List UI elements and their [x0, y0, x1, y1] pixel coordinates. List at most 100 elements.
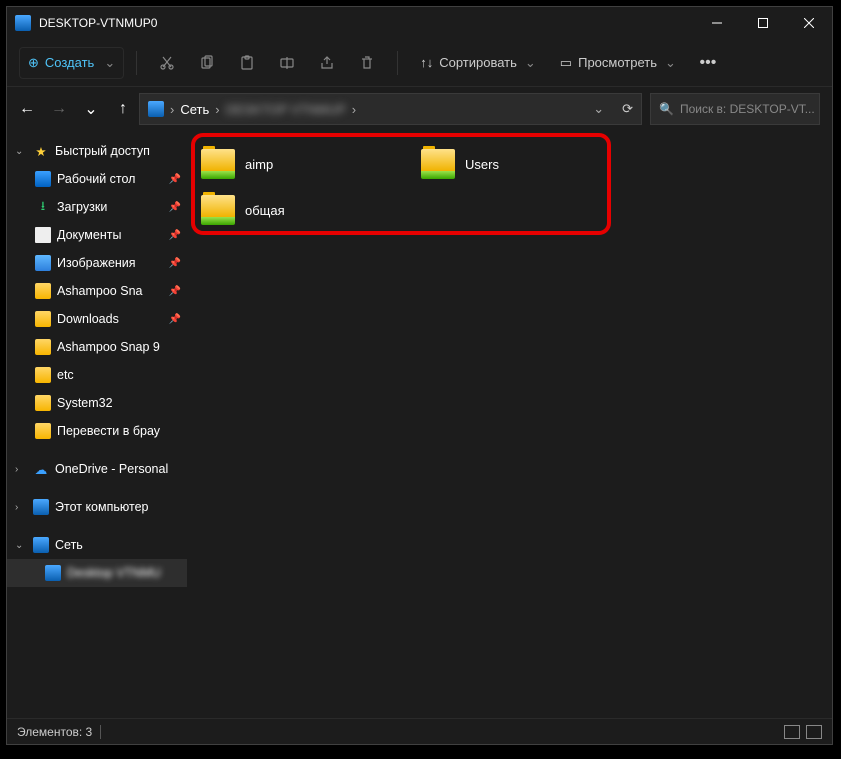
history-dropdown-button[interactable]: ⌄ — [593, 101, 604, 117]
maximize-button[interactable] — [740, 7, 786, 39]
expand-icon[interactable]: › — [15, 502, 27, 513]
view-icon: ▭ — [560, 55, 572, 71]
sidebar-onedrive[interactable]: › ☁ OneDrive - Personal — [7, 455, 187, 483]
sidebar-quick-access[interactable]: ⌄ ★ Быстрый доступ — [7, 137, 187, 165]
pc-icon — [33, 499, 49, 515]
view-label: Просмотреть — [578, 55, 657, 70]
sidebar-item-folder[interactable]: System32 — [7, 389, 187, 417]
collapse-icon[interactable]: ⌄ — [15, 146, 27, 157]
up-button[interactable]: ↑ — [115, 100, 131, 118]
sidebar-label: Downloads — [57, 312, 119, 326]
sidebar-item-downloads[interactable]: ⭳ Загрузки 📌 — [7, 193, 187, 221]
sidebar-network-host[interactable]: Desktop VTNMU — [7, 559, 187, 587]
separator — [397, 51, 398, 75]
icons-view-button[interactable] — [806, 725, 822, 739]
sidebar-item-desktop[interactable]: Рабочий стол 📌 — [7, 165, 187, 193]
sidebar-label: Desktop VTNMU — [67, 566, 161, 580]
chevron-down-icon: ⌄ — [525, 55, 536, 71]
folder-icon — [35, 423, 51, 439]
minimize-button[interactable] — [694, 7, 740, 39]
paste-button[interactable] — [229, 47, 265, 79]
folder-icon — [35, 311, 51, 327]
titlebar[interactable]: DESKTOP-VTNMUP0 — [7, 7, 832, 39]
sidebar-item-folder[interactable]: etc — [7, 361, 187, 389]
folder-icon — [35, 367, 51, 383]
more-button[interactable]: ••• — [690, 47, 726, 79]
sidebar-network[interactable]: ⌄ Сеть — [7, 531, 187, 559]
sidebar-label: Быстрый доступ — [55, 144, 150, 158]
search-icon: 🔍 — [659, 102, 674, 116]
download-icon: ⭳ — [35, 199, 51, 215]
status-bar: Элементов: 3 — [7, 718, 832, 744]
view-switcher — [784, 725, 822, 739]
chevron-down-icon: ⌄ — [665, 55, 676, 71]
window-controls — [694, 7, 832, 39]
pc-icon — [148, 101, 164, 117]
folder-icon — [35, 395, 51, 411]
separator — [100, 725, 101, 739]
chevron-right-icon: › — [215, 102, 219, 117]
shared-folder-icon — [201, 149, 235, 179]
cloud-icon: ☁ — [33, 461, 49, 477]
copy-button[interactable] — [189, 47, 225, 79]
pin-icon: 📌 — [169, 202, 181, 213]
shared-folder-icon — [421, 149, 455, 179]
expand-icon[interactable]: › — [15, 464, 27, 475]
folder-item[interactable]: aimp — [201, 143, 381, 185]
sidebar-item-pictures[interactable]: Изображения📌 — [7, 249, 187, 277]
item-label: общая — [245, 203, 285, 218]
sidebar-item-folder[interactable]: Перевести в брау — [7, 417, 187, 445]
breadcrumb-root[interactable]: Сеть — [180, 102, 209, 117]
sidebar-item-folder[interactable]: Ashampoo Snap 9 — [7, 333, 187, 361]
back-button[interactable]: ← — [19, 100, 35, 118]
search-input[interactable]: 🔍 Поиск в: DESKTOP-VT... — [650, 93, 820, 125]
sort-icon: ↑↓ — [420, 55, 433, 70]
sidebar-item-folder[interactable]: Ashampoo Sna📌 — [7, 277, 187, 305]
sidebar-label: Сеть — [55, 538, 83, 552]
pin-icon: 📌 — [169, 230, 181, 241]
titlebar-left: DESKTOP-VTNMUP0 — [15, 15, 157, 31]
window-icon — [15, 15, 31, 31]
folder-item[interactable]: общая — [201, 189, 381, 231]
rename-button[interactable] — [269, 47, 305, 79]
sort-label: Сортировать — [439, 55, 517, 70]
chevron-right-icon: › — [352, 102, 356, 117]
explorer-window: DESKTOP-VTNMUP0 ⊕ Создать ⌄ ↑↓ Сортирова… — [6, 6, 833, 745]
sidebar[interactable]: ⌄ ★ Быстрый доступ Рабочий стол 📌 ⭳ Загруз… — [7, 131, 187, 718]
sidebar-label: Загрузки — [57, 200, 107, 214]
recent-button[interactable]: ⌄ — [83, 99, 99, 119]
folder-icon — [35, 339, 51, 355]
share-button[interactable] — [309, 47, 345, 79]
navbar: ← → ⌄ ↑ › Сеть › DESKTOP VTNMUP › ⌄ ⟳ 🔍 … — [7, 87, 832, 131]
content-area[interactable]: aimp Users общая — [187, 131, 832, 718]
forward-button[interactable]: → — [51, 100, 67, 118]
close-button[interactable] — [786, 7, 832, 39]
address-bar[interactable]: › Сеть › DESKTOP VTNMUP › ⌄ ⟳ — [139, 93, 642, 125]
sidebar-label: Рабочий стол — [57, 172, 135, 186]
sidebar-this-pc[interactable]: › Этот компьютер — [7, 493, 187, 521]
details-view-button[interactable] — [784, 725, 800, 739]
sidebar-label: Ashampoo Sna — [57, 284, 142, 298]
image-icon — [35, 255, 51, 271]
new-button[interactable]: ⊕ Создать ⌄ — [19, 47, 124, 79]
delete-button[interactable] — [349, 47, 385, 79]
view-button[interactable]: ▭ Просмотреть ⌄ — [550, 51, 686, 75]
sidebar-item-documents[interactable]: Документы 📌 — [7, 221, 187, 249]
breadcrumb-host[interactable]: DESKTOP VTNMUP — [226, 102, 346, 117]
refresh-button[interactable]: ⟳ — [622, 101, 633, 117]
collapse-icon[interactable]: ⌄ — [15, 540, 27, 551]
sidebar-item-folder[interactable]: Downloads 📌 — [7, 305, 187, 333]
pc-icon — [45, 565, 61, 581]
item-list: aimp Users общая — [197, 137, 617, 237]
sort-button[interactable]: ↑↓ Сортировать ⌄ — [410, 51, 546, 75]
cut-button[interactable] — [149, 47, 185, 79]
folder-item[interactable]: Users — [421, 143, 601, 185]
star-icon: ★ — [33, 143, 49, 159]
pin-icon: 📌 — [169, 314, 181, 325]
search-placeholder: Поиск в: DESKTOP-VT... — [680, 102, 815, 116]
toolbar: ⊕ Создать ⌄ ↑↓ Сортировать ⌄ ▭ Просмотре… — [7, 39, 832, 87]
pin-icon: 📌 — [169, 174, 181, 185]
sidebar-label: System32 — [57, 396, 113, 410]
sidebar-label: Документы — [57, 228, 121, 242]
chevron-right-icon: › — [170, 102, 174, 117]
